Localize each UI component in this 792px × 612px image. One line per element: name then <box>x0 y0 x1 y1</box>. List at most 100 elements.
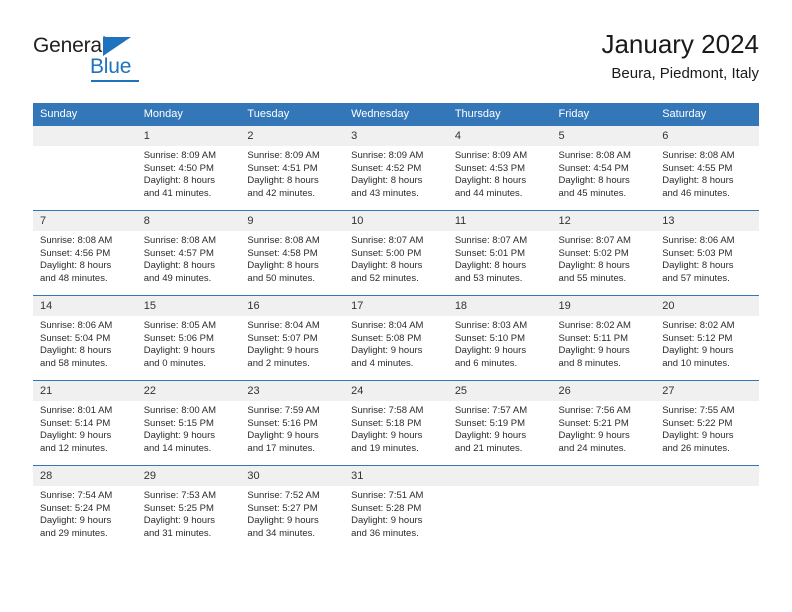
calendar-day-cell[interactable]: 26 Sunrise: 7:56 AM Sunset: 5:21 PM Dayligh… <box>551 380 656 466</box>
weekday-header-tuesday: Tuesday <box>240 103 345 126</box>
calendar-day-cell[interactable]: 22 Sunrise: 8:00 AM Sunset: 5:15 PM Dayligh… <box>136 380 241 466</box>
calendar-day-cell[interactable]: 20 Sunrise: 8:02 AM Sunset: 5:12 PM Dayligh… <box>655 295 759 381</box>
day-sunrise-text: Sunrise: 8:08 AM <box>143 235 217 246</box>
day-sunset-text: Sunset: 5:18 PM <box>351 417 422 429</box>
day-details: Sunrise: 8:08 AM Sunset: 4:54 PM Daylight:… <box>552 146 656 200</box>
day-sunrise-text: Sunrise: 8:05 AM <box>143 320 217 331</box>
logo-triangle-icon <box>103 37 131 56</box>
day-cell-inner: 5 Sunrise: 8:08 AM Sunset: 4:54 PM Daylight… <box>551 126 656 210</box>
day-details: Sunrise: 8:02 AM Sunset: 5:11 PM Daylight:… <box>552 316 656 370</box>
day-sunrise-text: Sunrise: 8:02 AM <box>662 320 735 331</box>
day-daylight1-text: Daylight: 9 hours <box>662 345 734 357</box>
day-daylight1-text: Daylight: 8 hours <box>662 175 734 187</box>
day-daylight1-text: Daylight: 9 hours <box>351 515 423 527</box>
day-sunrise-text: Sunrise: 7:59 AM <box>247 405 320 416</box>
page-header: General Blue January 2024 Beura, Piedmon… <box>33 28 759 94</box>
day-sunrise-text: Sunrise: 7:55 AM <box>662 405 735 416</box>
day-number: 18 <box>447 296 552 316</box>
day-daylight1-text: Daylight: 9 hours <box>247 430 319 442</box>
day-details: Sunrise: 8:09 AM Sunset: 4:53 PM Daylight:… <box>448 146 552 200</box>
calendar-day-cell[interactable]: 21 Sunrise: 8:01 AM Sunset: 5:14 PM Dayligh… <box>33 380 137 466</box>
day-daylight1-text: Daylight: 9 hours <box>247 345 319 357</box>
calendar-day-cell[interactable]: 6 Sunrise: 8:08 AM Sunset: 4:55 PM Daylight… <box>655 125 759 211</box>
day-number: 20 <box>655 296 759 316</box>
day-daylight2-text: and 55 minutes. <box>558 272 627 284</box>
day-cell-inner: 23 Sunrise: 7:59 AM Sunset: 5:16 PM Dayligh… <box>240 381 345 465</box>
calendar-day-cell[interactable]: 16 Sunrise: 8:04 AM Sunset: 5:07 PM Dayligh… <box>240 295 345 381</box>
day-details: Sunrise: 7:53 AM Sunset: 5:25 PM Daylight:… <box>137 486 241 540</box>
day-number: 31 <box>344 466 448 486</box>
day-daylight2-text: and 24 minutes. <box>558 442 627 454</box>
calendar-table: Sunday Monday Tuesday Wednesday Thursday Frid… <box>33 103 759 550</box>
page-title: January 2024 <box>601 29 759 59</box>
calendar-day-cell[interactable]: 28 Sunrise: 7:54 AM Sunset: 5:24 PM Dayligh… <box>33 465 137 550</box>
day-sunset-text: Sunset: 5:22 PM <box>662 417 733 429</box>
calendar-day-cell-empty <box>33 125 137 211</box>
calendar-day-cell[interactable]: 2 Sunrise: 8:09 AM Sunset: 4:51 PM Daylight… <box>240 125 345 211</box>
day-details: Sunrise: 7:57 AM Sunset: 5:19 PM Daylight:… <box>448 401 552 455</box>
calendar-week-row: 7 Sunrise: 8:08 AM Sunset: 4:56 PM Daylight… <box>33 210 759 296</box>
day-daylight1-text: Daylight: 9 hours <box>143 515 215 527</box>
calendar-day-cell[interactable]: 30 Sunrise: 7:52 AM Sunset: 5:27 PM Dayligh… <box>240 465 345 550</box>
day-number: 9 <box>240 211 345 231</box>
day-cell-inner <box>551 466 656 550</box>
calendar-day-cell[interactable]: 14 Sunrise: 8:06 AM Sunset: 5:04 PM Dayligh… <box>33 295 137 381</box>
day-cell-inner: 8 Sunrise: 8:08 AM Sunset: 4:57 PM Daylight… <box>136 211 241 295</box>
day-cell-inner: 16 Sunrise: 8:04 AM Sunset: 5:07 PM Dayligh… <box>240 296 345 380</box>
calendar-day-cell-empty <box>655 465 759 550</box>
day-sunrise-text: Sunrise: 7:58 AM <box>351 405 424 416</box>
day-sunset-text: Sunset: 5:01 PM <box>454 247 526 259</box>
calendar-day-cell[interactable]: 24 Sunrise: 7:58 AM Sunset: 5:18 PM Dayligh… <box>344 380 448 466</box>
calendar-day-cell[interactable]: 11 Sunrise: 8:07 AM Sunset: 5:01 PM Dayligh… <box>447 210 552 296</box>
day-daylight2-text: and 26 minutes. <box>662 442 730 454</box>
calendar-day-cell[interactable]: 27 Sunrise: 7:55 AM Sunset: 5:22 PM Dayligh… <box>655 380 759 466</box>
day-cell-inner: 21 Sunrise: 8:01 AM Sunset: 5:14 PM Dayligh… <box>33 381 137 465</box>
day-details: Sunrise: 7:59 AM Sunset: 5:16 PM Daylight:… <box>240 401 344 455</box>
day-number: 11 <box>447 211 552 231</box>
day-cell-inner: 31 Sunrise: 7:51 AM Sunset: 5:28 PM Dayligh… <box>344 466 448 550</box>
day-cell-inner: 12 Sunrise: 8:07 AM Sunset: 5:02 PM Dayligh… <box>551 211 656 295</box>
calendar-day-cell[interactable]: 3 Sunrise: 8:09 AM Sunset: 4:52 PM Daylight… <box>344 125 448 211</box>
day-number: 12 <box>551 211 656 231</box>
day-sunrise-text: Sunrise: 8:06 AM <box>662 235 735 246</box>
day-number: 5 <box>551 126 656 146</box>
day-sunrise-text: Sunrise: 8:07 AM <box>454 235 528 246</box>
calendar-day-cell[interactable]: 23 Sunrise: 7:59 AM Sunset: 5:16 PM Dayligh… <box>240 380 345 466</box>
calendar-day-cell[interactable]: 31 Sunrise: 7:51 AM Sunset: 5:28 PM Dayligh… <box>344 465 448 550</box>
calendar-day-cell[interactable]: 10 Sunrise: 8:07 AM Sunset: 5:00 PM Dayligh… <box>344 210 448 296</box>
weekday-header-friday: Friday <box>551 103 656 126</box>
calendar-day-cell[interactable]: 19 Sunrise: 8:02 AM Sunset: 5:11 PM Dayligh… <box>551 295 656 381</box>
calendar-day-cell[interactable]: 29 Sunrise: 7:53 AM Sunset: 5:25 PM Dayligh… <box>136 465 241 550</box>
calendar-day-cell[interactable]: 18 Sunrise: 8:03 AM Sunset: 5:10 PM Dayligh… <box>447 295 552 381</box>
day-cell-inner: 2 Sunrise: 8:09 AM Sunset: 4:51 PM Daylight… <box>240 126 345 210</box>
day-daylight1-text: Daylight: 8 hours <box>143 175 215 187</box>
day-daylight1-text: Daylight: 9 hours <box>351 430 423 442</box>
calendar-day-cell[interactable]: 25 Sunrise: 7:57 AM Sunset: 5:19 PM Dayligh… <box>447 380 552 466</box>
day-number <box>551 466 656 486</box>
calendar-day-cell[interactable]: 5 Sunrise: 8:08 AM Sunset: 4:54 PM Daylight… <box>551 125 656 211</box>
day-daylight1-text: Daylight: 8 hours <box>247 260 319 272</box>
day-number: 13 <box>655 211 759 231</box>
day-sunset-text: Sunset: 4:50 PM <box>143 162 214 174</box>
day-sunrise-text: Sunrise: 8:09 AM <box>143 150 217 161</box>
day-number <box>33 126 137 146</box>
day-sunset-text: Sunset: 4:51 PM <box>247 162 318 174</box>
day-sunrise-text: Sunrise: 8:08 AM <box>247 235 320 246</box>
calendar-day-cell[interactable]: 1 Sunrise: 8:09 AM Sunset: 4:50 PM Daylight… <box>136 125 241 211</box>
calendar-day-cell[interactable]: 9 Sunrise: 8:08 AM Sunset: 4:58 PM Daylight… <box>240 210 345 296</box>
calendar-day-cell[interactable]: 17 Sunrise: 8:04 AM Sunset: 5:08 PM Dayligh… <box>344 295 448 381</box>
calendar-day-cell[interactable]: 15 Sunrise: 8:05 AM Sunset: 5:06 PM Dayligh… <box>136 295 241 381</box>
day-daylight2-text: and 46 minutes. <box>662 187 730 199</box>
calendar-day-cell[interactable]: 8 Sunrise: 8:08 AM Sunset: 4:57 PM Daylight… <box>136 210 241 296</box>
calendar-header-row: Sunday Monday Tuesday Wednesday Thursday Frid… <box>33 103 759 126</box>
day-cell-inner: 13 Sunrise: 8:06 AM Sunset: 5:03 PM Dayligh… <box>655 211 759 295</box>
calendar-day-cell[interactable]: 12 Sunrise: 8:07 AM Sunset: 5:02 PM Dayligh… <box>551 210 656 296</box>
calendar-day-cell[interactable]: 4 Sunrise: 8:09 AM Sunset: 4:53 PM Daylight… <box>447 125 552 211</box>
calendar-day-cell[interactable]: 13 Sunrise: 8:06 AM Sunset: 5:03 PM Dayligh… <box>655 210 759 296</box>
day-daylight1-text: Daylight: 8 hours <box>40 260 112 272</box>
day-number: 25 <box>447 381 552 401</box>
day-number: 28 <box>33 466 137 486</box>
day-daylight2-text: and 14 minutes. <box>143 442 212 454</box>
day-sunrise-text: Sunrise: 8:09 AM <box>247 150 320 161</box>
calendar-day-cell[interactable]: 7 Sunrise: 8:08 AM Sunset: 4:56 PM Daylight… <box>33 210 137 296</box>
